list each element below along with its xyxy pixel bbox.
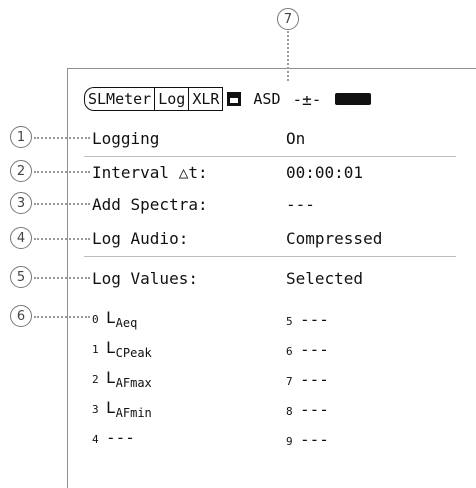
log-value-slot-5[interactable]: 5 ---: [286, 310, 329, 329]
setting-label-logging: Logging: [92, 129, 160, 148]
callout-6: 6: [10, 305, 32, 327]
tab-bar: SLMeter Log XLR ASD -±-: [84, 86, 372, 112]
setting-value-logging[interactable]: On: [286, 129, 305, 148]
callout-5: 5: [10, 266, 32, 288]
slot-value: ---: [300, 370, 329, 389]
setting-label-log-audio: Log Audio:: [92, 229, 189, 248]
setting-value-log-audio[interactable]: Compressed: [286, 229, 382, 248]
log-value-slot-0[interactable]: 0 LAeq: [92, 308, 137, 330]
slot-value: ---: [300, 430, 329, 449]
log-value-slot-1[interactable]: 1 LCPeak: [92, 338, 152, 360]
slot-index: 8: [286, 405, 293, 418]
setting-value-add-spectra[interactable]: ---: [286, 195, 315, 214]
callout-4: 4: [10, 227, 32, 249]
separator: [84, 156, 456, 157]
callout-3-leader: [34, 203, 90, 205]
log-value-slot-3[interactable]: 3 LAFmin: [92, 398, 152, 420]
log-value-slot-2[interactable]: 2 LAFmax: [92, 368, 152, 390]
slot-index: 7: [286, 375, 293, 388]
slot-index: 0: [92, 313, 99, 326]
log-value-slot-4[interactable]: 4 ---: [92, 428, 135, 450]
callout-2-leader: [34, 171, 90, 173]
slot-index: 2: [92, 373, 99, 386]
callout-6-leader: [34, 316, 90, 318]
slot-name: L: [106, 368, 116, 387]
slot-value: ---: [300, 400, 329, 419]
slot-value: ---: [300, 340, 329, 359]
slot-value: ---: [300, 310, 329, 329]
slot-name: L: [106, 308, 116, 327]
log-value-slot-6[interactable]: 6 ---: [286, 340, 329, 359]
separator: [84, 256, 456, 257]
setting-value-interval[interactable]: 00:00:01: [286, 163, 363, 182]
setting-label-add-spectra: Add Spectra:: [92, 195, 208, 214]
slot-sub: CPeak: [115, 346, 152, 360]
log-value-slot-9[interactable]: 9 ---: [286, 430, 329, 449]
slot-index: 5: [286, 315, 293, 328]
setting-label-log-values: Log Values:: [92, 269, 198, 288]
slot-name: ---: [106, 428, 135, 447]
callout-1-leader: [34, 137, 90, 139]
tab-log[interactable]: Log: [154, 87, 189, 111]
callout-1: 1: [10, 126, 32, 148]
callout-7: 7: [277, 8, 299, 30]
callout-3: 3: [10, 192, 32, 214]
tab-xlr[interactable]: XLR: [188, 87, 224, 111]
callout-2: 2: [10, 160, 32, 182]
callout-4-leader: [34, 238, 90, 240]
callout-5-leader: [34, 277, 90, 279]
slot-index: 1: [92, 343, 99, 356]
slot-index: 3: [92, 403, 99, 416]
callout-7-leader: [287, 31, 289, 81]
plug-icon: -±-: [292, 89, 322, 109]
slot-sub: AFmin: [115, 406, 152, 420]
tab-slmeter[interactable]: SLMeter: [84, 87, 155, 111]
battery-icon: [335, 93, 372, 105]
slot-sub: AFmax: [115, 376, 152, 390]
slot-index: 9: [286, 435, 293, 448]
setting-value-log-values[interactable]: Selected: [286, 269, 363, 288]
slot-name: L: [106, 398, 116, 417]
floppy-icon[interactable]: [227, 92, 242, 106]
slot-sub: Aeq: [115, 316, 138, 330]
slot-name: L: [106, 338, 116, 357]
slot-index: 6: [286, 345, 293, 358]
setting-label-interval: Interval △t:: [92, 163, 208, 182]
log-value-slot-7[interactable]: 7 ---: [286, 370, 329, 389]
slot-index: 4: [92, 433, 99, 446]
log-value-slot-8[interactable]: 8 ---: [286, 400, 329, 419]
mode-label: ASD: [253, 90, 281, 108]
